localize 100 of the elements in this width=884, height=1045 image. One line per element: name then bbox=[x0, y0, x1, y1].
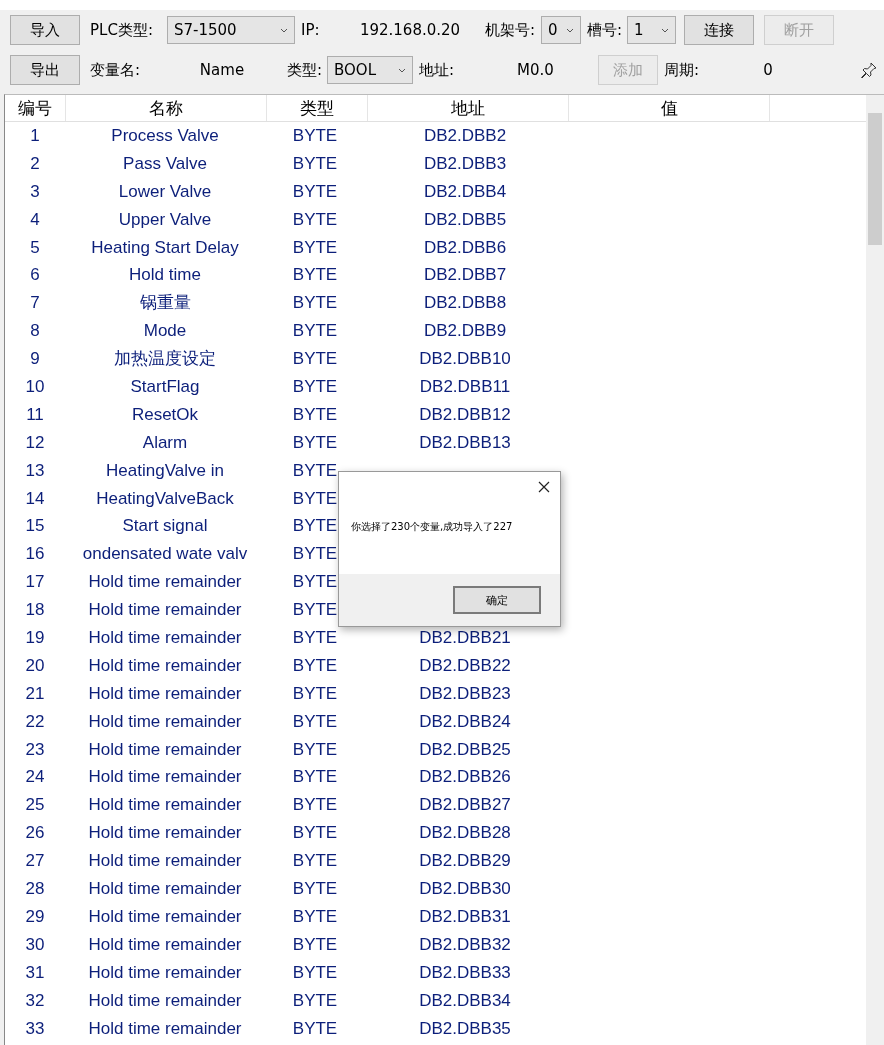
table-cell-text: DB2.DBB34 bbox=[419, 989, 511, 1012]
table-cell-text: DB2.DBB8 bbox=[423, 292, 507, 315]
variable-name-label: 变量名: bbox=[89, 60, 142, 80]
table-cell-text: Hold time remainder bbox=[88, 1017, 242, 1040]
table-cell-text: Alarm bbox=[142, 431, 188, 454]
table-cell-text: DB2.DBB22 bbox=[419, 654, 511, 677]
table-cell-text: BYTE bbox=[292, 682, 338, 705]
table-cell-text: DB2.DBB13 bbox=[419, 431, 511, 454]
table-cell-text: DB2.DBB35 bbox=[419, 1017, 511, 1040]
column-header[interactable]: 名称 bbox=[66, 95, 267, 121]
table-cell-text: 7 bbox=[29, 292, 41, 315]
table-cell-text: 6 bbox=[29, 264, 41, 287]
table-cell-text: BYTE bbox=[292, 878, 338, 901]
table-cell-text: Hold time remainder bbox=[88, 682, 242, 705]
scrollbar[interactable] bbox=[866, 95, 884, 1045]
table-cell-text: 14 bbox=[24, 487, 46, 510]
table-cell-text: Start signal bbox=[122, 515, 208, 538]
table-cell-text: Upper Valve bbox=[118, 208, 212, 231]
table-cell-text: Hold time remainder bbox=[88, 766, 242, 789]
address-value: M0.0 bbox=[516, 61, 555, 79]
table-cell-text: BYTE bbox=[292, 180, 338, 203]
plc-type-dropdown[interactable]: S7-1500 bbox=[167, 16, 295, 44]
chevron-icon bbox=[280, 27, 288, 33]
table-cell-text: BYTE bbox=[292, 348, 338, 371]
table-cell-text: Hold time remainder bbox=[88, 878, 242, 901]
slot-label: 槽号: bbox=[586, 20, 624, 40]
table-cell-text: Hold time remainder bbox=[88, 627, 242, 650]
table-cell-text: DB2.DBB9 bbox=[423, 320, 507, 343]
table-cell-text: 13 bbox=[24, 459, 46, 482]
table-cell-text: 30 bbox=[24, 933, 46, 956]
table-cell-text: Hold time remainder bbox=[88, 850, 242, 873]
table-cell-text: DB2.DBB29 bbox=[419, 850, 511, 873]
connect-button[interactable]: 连接 bbox=[684, 15, 754, 45]
table-cell-text: BYTE bbox=[292, 125, 338, 147]
slot-dropdown[interactable]: 1 bbox=[627, 16, 676, 44]
table-cell-text: HeatingValveBack bbox=[96, 487, 234, 510]
table-cell-text: Hold time remainder bbox=[88, 794, 242, 817]
column-header[interactable]: 编号 bbox=[5, 95, 66, 121]
table-cell-text: Hold time remainder bbox=[88, 822, 242, 845]
table-cell-text: DB2.DBB6 bbox=[423, 236, 507, 259]
column-header[interactable]: 值 bbox=[569, 95, 770, 121]
table-cell-text: BYTE bbox=[292, 738, 338, 761]
pin-icon[interactable] bbox=[860, 61, 878, 79]
table-cell-text: 19 bbox=[24, 627, 46, 650]
table-cell-text: 9 bbox=[29, 348, 41, 371]
table-cell-text: Lower Valve bbox=[118, 180, 212, 203]
table-cell-text: 28 bbox=[24, 878, 46, 901]
table-cell-text: Hold time bbox=[129, 264, 201, 287]
table-cell-text: BYTE bbox=[292, 627, 338, 650]
table-cell-text: Hold time remainder bbox=[88, 961, 242, 984]
table-cell-text: 2 bbox=[29, 152, 41, 175]
ok-button[interactable]: 确定 bbox=[453, 586, 541, 614]
table-cell-text: DB2.DBB11 bbox=[419, 376, 511, 398]
table-cell-text: 12 bbox=[24, 431, 46, 454]
table-cell-text: BYTE bbox=[292, 933, 338, 956]
table-cell-text: DB2.DBB25 bbox=[419, 738, 511, 761]
table-cell-text: 5 bbox=[29, 236, 41, 259]
table-cell-text: BYTE bbox=[292, 292, 338, 315]
table-cell-text: Hold time remainder bbox=[88, 989, 242, 1012]
table-cell-text: 4 bbox=[29, 208, 41, 231]
type-dropdown[interactable]: BOOL bbox=[327, 56, 413, 84]
table-cell-text: 8 bbox=[29, 320, 41, 343]
table-cell-text: 29 bbox=[24, 905, 46, 928]
table-cell-text: BYTE bbox=[292, 264, 338, 287]
table-cell-text: 24 bbox=[24, 766, 46, 789]
table-cell-text: BYTE bbox=[292, 905, 338, 928]
table-cell-text: Hold time remainder bbox=[88, 933, 242, 956]
table-cell-text: DB2.DBB31 bbox=[419, 905, 511, 928]
table-cell-text: Hold time remainder bbox=[88, 654, 242, 677]
table-cell-text: 25 bbox=[24, 794, 46, 817]
ip-value: 192.168.0.20 bbox=[358, 21, 462, 39]
column-header[interactable]: 类型 bbox=[267, 95, 368, 121]
table-cell-text: BYTE bbox=[292, 236, 338, 259]
close-icon[interactable] bbox=[538, 481, 550, 493]
import-button[interactable]: 导入 bbox=[10, 15, 80, 45]
export-button[interactable]: 导出 bbox=[10, 55, 80, 85]
table-cell-text: 32 bbox=[24, 989, 46, 1012]
dialog-message: 你选择了230个变量,成功导入了227 bbox=[351, 520, 513, 534]
rack-dropdown[interactable]: 0 bbox=[541, 16, 581, 44]
table-cell-text: 锅重量 bbox=[139, 292, 191, 315]
table-cell-text: DB2.DBB12 bbox=[419, 403, 511, 426]
table-cell-text: 27 bbox=[24, 850, 46, 873]
table-cell-text: 22 bbox=[24, 710, 46, 733]
scrollbar-thumb[interactable] bbox=[868, 113, 882, 245]
table-cell-text: BYTE bbox=[292, 710, 338, 733]
table-cell-text: BYTE bbox=[292, 403, 338, 426]
table-cell-text: DB2.DBB30 bbox=[419, 878, 511, 901]
table-cell-text: DB2.DBB5 bbox=[423, 208, 507, 231]
column-header[interactable]: 地址 bbox=[368, 95, 569, 121]
table-cell-text: 33 bbox=[24, 1017, 46, 1040]
table-cell-text: HeatingValve in bbox=[106, 459, 224, 482]
table-cell-text: BYTE bbox=[292, 571, 338, 594]
table-cell-text: DB2.DBB27 bbox=[419, 794, 511, 817]
chevron-icon bbox=[661, 27, 669, 33]
table-cell-text: BYTE bbox=[292, 515, 338, 538]
table-cell-text: Hold time remainder bbox=[88, 905, 242, 928]
table-cell-text: BYTE bbox=[292, 459, 338, 482]
table-cell-text: 18 bbox=[24, 599, 46, 622]
table-cell-text: BYTE bbox=[292, 1017, 338, 1040]
table-cell-text: 17 bbox=[24, 571, 46, 594]
